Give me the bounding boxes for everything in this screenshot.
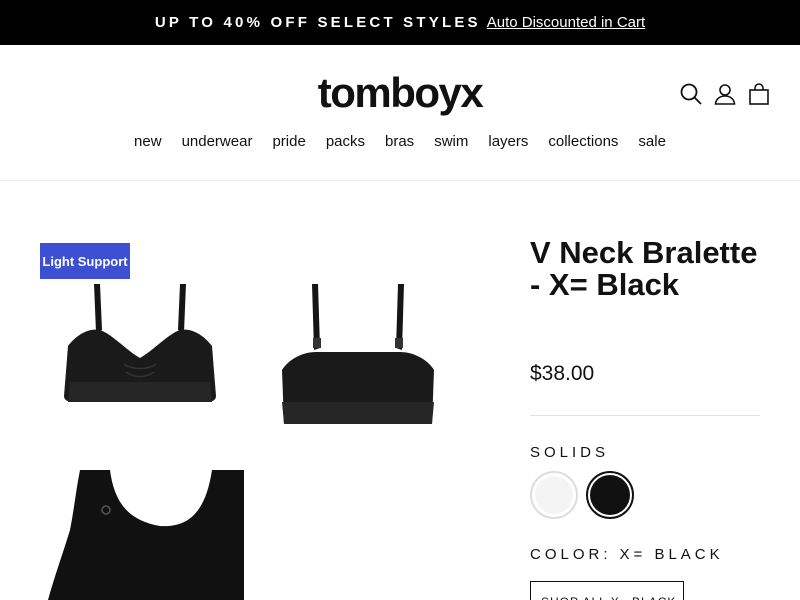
nav-item-bras[interactable]: bras <box>385 133 414 150</box>
search-icon[interactable] <box>680 83 702 105</box>
nav-item-packs[interactable]: packs <box>326 133 365 150</box>
product-image-model[interactable] <box>40 470 244 600</box>
nav-item-swim[interactable]: swim <box>434 133 468 150</box>
support-badge: Light Support <box>40 243 130 279</box>
swatch-white[interactable] <box>530 471 578 519</box>
nav-item-underwear[interactable]: underwear <box>182 133 253 150</box>
product-title: V Neck Bralette - X= Black <box>530 235 758 302</box>
promo-text: UP TO 40% OFF SELECT STYLES <box>154 14 481 31</box>
swatch-group-label: SOLIDS <box>530 444 610 461</box>
selected-color: COLOR: X= BLACK <box>530 546 724 563</box>
shop-all-button[interactable]: SHOP ALL X= BLACK <box>530 581 684 600</box>
announcement-bar: UP TO 40% OFF SELECT STYLES Auto Discoun… <box>0 0 800 45</box>
color-label: COLOR: <box>530 546 612 563</box>
divider <box>530 415 760 416</box>
product-price: $38.00 <box>530 362 595 385</box>
nav-item-collections[interactable]: collections <box>548 133 618 150</box>
nav-item-pride[interactable]: pride <box>272 133 305 150</box>
site-header: tomboyx new underwear pride packs bras s… <box>0 45 800 181</box>
product-image-front[interactable] <box>50 278 230 438</box>
nav-item-new[interactable]: new <box>134 133 162 150</box>
color-value: X= BLACK <box>619 546 724 563</box>
nav-item-sale[interactable]: sale <box>638 133 666 150</box>
cart-icon[interactable] <box>748 83 770 105</box>
promo-link[interactable]: Auto Discounted in Cart <box>487 14 645 31</box>
header-icons <box>680 83 770 105</box>
product-image-back[interactable] <box>268 278 448 438</box>
nav-item-layers[interactable]: layers <box>488 133 528 150</box>
main-nav: new underwear pride packs bras swim laye… <box>0 133 800 150</box>
account-icon[interactable] <box>714 83 736 105</box>
swatch-black-selected[interactable] <box>586 471 634 519</box>
